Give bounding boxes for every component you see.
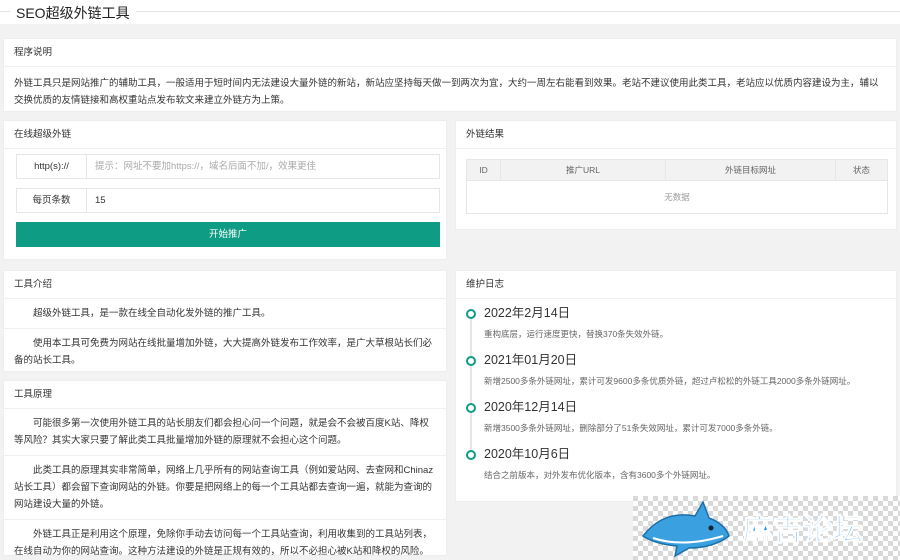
count-label: 每页条数 bbox=[17, 189, 87, 212]
col-id[interactable]: ID bbox=[466, 159, 501, 181]
timeline-dot-icon bbox=[466, 450, 476, 460]
tool-intro-card: 工具介绍 超级外链工具，是一款在线全自动化发外链的推广工具。 使用本工具可免费为… bbox=[3, 270, 447, 372]
timeline-line bbox=[470, 413, 472, 450]
changelog-timeline: 2022年2月14日 重构底层，运行速度更快，替换370条失效外链。 2021年… bbox=[466, 305, 886, 493]
changelog-date: 2020年12月14日 bbox=[484, 400, 578, 414]
empty-row: 无数据 bbox=[466, 180, 888, 214]
intro-text: 外链工具只是网站推广的辅助工具，一般适用于短时间内无法建设大量外链的新站，新站应… bbox=[14, 78, 879, 106]
timeline-line bbox=[470, 366, 472, 403]
intro-card: 程序说明 外链工具只是网站推广的辅助工具，一般适用于短时间内无法建设大量外链的新… bbox=[3, 38, 897, 112]
timeline-line bbox=[470, 319, 472, 356]
count-input[interactable] bbox=[87, 189, 439, 212]
changelog-item: 2022年2月14日 重构底层，运行速度更快，替换370条失效外链。 bbox=[466, 305, 886, 356]
url-row: http(s):// bbox=[16, 154, 440, 179]
changelog-desc: 结合之前版本，对外发布优化版本，含有3600多个外链网址。 bbox=[484, 470, 716, 480]
watermark-text: 麻吉论坛 bbox=[743, 513, 863, 548]
empty-text: 无数据 bbox=[466, 180, 888, 214]
changelog-date: 2020年10月6日 bbox=[484, 447, 571, 461]
timeline-dot-icon bbox=[466, 403, 476, 413]
principle-para-2: 此类工具的原理其实非常简单，网络上几乎所有的网站查询工具（例如爱站网、去查网和C… bbox=[4, 456, 446, 520]
timeline-dot-icon bbox=[466, 356, 476, 366]
start-promotion-button[interactable]: 开始推广 bbox=[16, 222, 440, 247]
results-card: 外链结果 ID 推广URL 外链目标网址 状态 无数据 bbox=[455, 120, 897, 230]
col-status[interactable]: 状态 bbox=[835, 159, 888, 181]
tool-intro-para-1: 超级外链工具，是一款在线全自动化发外链的推广工具。 bbox=[4, 299, 446, 329]
col-url[interactable]: 推广URL bbox=[500, 159, 666, 181]
form-card: 在线超级外链 http(s):// 每页条数 开始推广 bbox=[3, 120, 447, 260]
page-header: SEO超级外链工具 bbox=[0, 0, 900, 24]
tool-intro-header: 工具介绍 bbox=[4, 271, 446, 299]
watermark-image: 麻吉论坛 bbox=[633, 496, 900, 560]
principle-para-3: 外链工具正是利用这个原理，免除你手动去访问每一个工具站查询，利用收集到的工具站列… bbox=[14, 529, 433, 557]
changelog-card: 维护日志 2022年2月14日 重构底层，运行速度更快，替换370条失效外链。 … bbox=[455, 270, 897, 502]
intro-header: 程序说明 bbox=[4, 39, 896, 67]
changelog-desc: 重构底层，运行速度更快，替换370条失效外链。 bbox=[484, 329, 669, 339]
form-header: 在线超级外链 bbox=[4, 121, 446, 149]
changelog-date: 2022年2月14日 bbox=[484, 306, 571, 320]
timeline-dot-icon bbox=[466, 309, 476, 319]
tool-intro-para-2: 使用本工具可免费为网站在线批量增加外链，大大提高外链发布工作效率，是广大草根站长… bbox=[14, 338, 433, 366]
col-target[interactable]: 外链目标网址 bbox=[665, 159, 836, 181]
changelog-item: 2021年01月20日 新增2500多条外链网址，累计可发9600多条优质外链，… bbox=[466, 352, 886, 403]
results-table: ID 推广URL 外链目标网址 状态 无数据 bbox=[466, 159, 888, 214]
principle-header: 工具原理 bbox=[4, 381, 446, 409]
principle-para-1: 可能很多第一次使用外链工具的站长朋友们都会担心问一个问题，就是会不会被百度K站、… bbox=[4, 409, 446, 456]
changelog-date: 2021年01月20日 bbox=[484, 353, 578, 367]
results-header-row: ID 推广URL 外链目标网址 状态 bbox=[466, 159, 888, 181]
changelog-item: 2020年12月14日 新增3500多条外链网址，删除部分了51条失效网址，累计… bbox=[466, 399, 886, 450]
changelog-desc: 新增3500多条外链网址，删除部分了51条失效网址，累计可发7000多条外链。 bbox=[484, 423, 778, 433]
changelog-header: 维护日志 bbox=[456, 271, 896, 299]
changelog-item: 2020年10月6日 结合之前版本，对外发布优化版本，含有3600多个外链网址。 bbox=[466, 446, 886, 493]
page-title: SEO超级外链工具 bbox=[10, 3, 136, 23]
changelog-desc: 新增2500多条外链网址，累计可发9600多条优质外链，超过卢松松的外链工具20… bbox=[484, 376, 856, 386]
url-label: http(s):// bbox=[17, 155, 87, 178]
url-input[interactable] bbox=[87, 155, 439, 178]
results-header: 外链结果 bbox=[456, 121, 896, 149]
watermark-logo: 麻吉论坛 bbox=[633, 496, 900, 560]
principle-card: 工具原理 可能很多第一次使用外链工具的站长朋友们都会担心问一个问题，就是会不会被… bbox=[3, 380, 447, 557]
count-row: 每页条数 bbox=[16, 188, 440, 213]
